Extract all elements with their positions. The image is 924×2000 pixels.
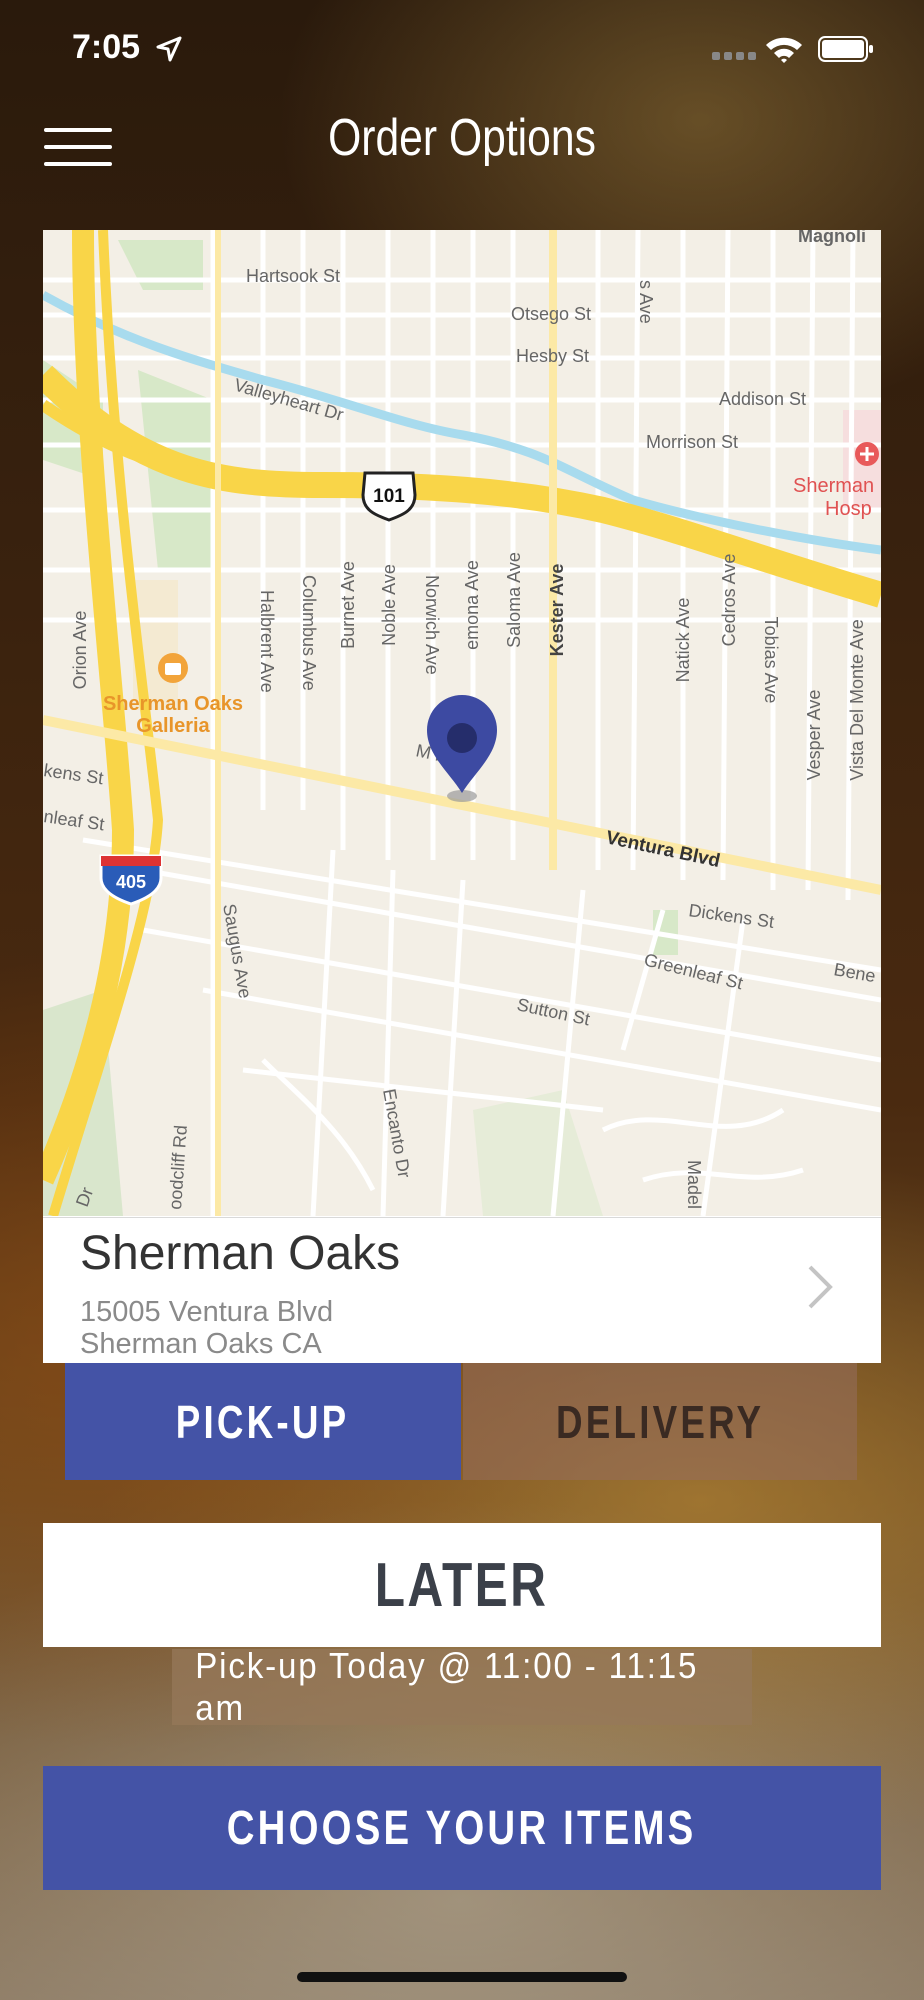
map-label-noble: Noble Ave: [379, 564, 399, 646]
map-label-saloma: Saloma Ave: [504, 552, 524, 648]
page-title: Order Options: [328, 109, 596, 167]
later-button[interactable]: LATER: [43, 1523, 881, 1647]
map-label-ave-top: s Ave: [636, 280, 656, 324]
map-label-addison: Addison St: [719, 389, 806, 409]
home-indicator[interactable]: [297, 1972, 627, 1982]
map-label-magnolia: Magnoli: [798, 230, 866, 246]
map-label-madel: Madel: [684, 1160, 704, 1209]
map-label-halbrent: Halbrent Ave: [257, 590, 277, 693]
map-label-norwich: Norwich Ave: [422, 575, 442, 675]
map-label-hospital-1: Sherman: [793, 475, 874, 497]
tab-delivery[interactable]: DELIVERY: [463, 1363, 857, 1480]
map-label-galleria-1: Sherman Oaks: [103, 693, 243, 715]
map-label-galleria-2: Galleria: [136, 715, 210, 737]
status-bar: 7:05: [0, 0, 924, 100]
signal-icon: [712, 52, 756, 60]
pickup-time-selector[interactable]: Pick-up Today @ 11:00 - 11:15 am: [172, 1645, 752, 1728]
map-label-hesby: Hesby St: [516, 346, 589, 366]
svg-text:101: 101: [373, 486, 405, 507]
store-address-line2: Sherman Oaks CA: [80, 1328, 322, 1360]
map-label-natick: Natick Ave: [673, 598, 693, 683]
map-label-morrison: Morrison St: [646, 432, 738, 452]
battery-icon: [818, 36, 873, 62]
map-label-burnet: Burnet Ave: [338, 561, 358, 649]
map-label-hartsook: Hartsook St: [246, 266, 340, 286]
map-label-vesper: Vesper Ave: [804, 690, 824, 781]
map-label-cedros: Cedros Ave: [719, 554, 739, 647]
store-name: Sherman Oaks: [80, 1227, 401, 1280]
map-label-columbus: Columbus Ave: [299, 575, 319, 691]
map-label-lemona: emona Ave: [462, 560, 482, 650]
tab-pickup[interactable]: PICK-UP: [65, 1363, 461, 1480]
map-label-orion: Orion Ave: [70, 611, 90, 690]
map-label-tobias: Tobias Ave: [761, 617, 781, 704]
store-card: Hartsook St Otsego St Hesby St Addison S…: [43, 230, 881, 1363]
map-label-otsego: Otsego St: [511, 304, 591, 324]
svg-text:405: 405: [116, 872, 146, 892]
map-view[interactable]: Hartsook St Otsego St Hesby St Addison S…: [43, 230, 881, 1216]
map-label-kester: Kester Ave: [547, 564, 567, 657]
store-row[interactable]: Sherman Oaks 15005 Ventura Blvd Sherman …: [43, 1217, 881, 1363]
choose-items-button[interactable]: CHOOSE YOUR ITEMS: [43, 1766, 881, 1890]
us101-shield-icon: 101: [361, 471, 417, 522]
location-arrow-icon: [156, 36, 182, 62]
chevron-right-icon: [808, 1265, 833, 1309]
status-time: 7:05: [72, 28, 141, 66]
map-label-vista: Vista Del Monte Ave: [847, 619, 867, 780]
store-address-line1: 15005 Ventura Blvd: [80, 1296, 334, 1328]
map-label-hospital-2: Hosp: [825, 498, 872, 520]
wifi-icon: [766, 37, 802, 63]
